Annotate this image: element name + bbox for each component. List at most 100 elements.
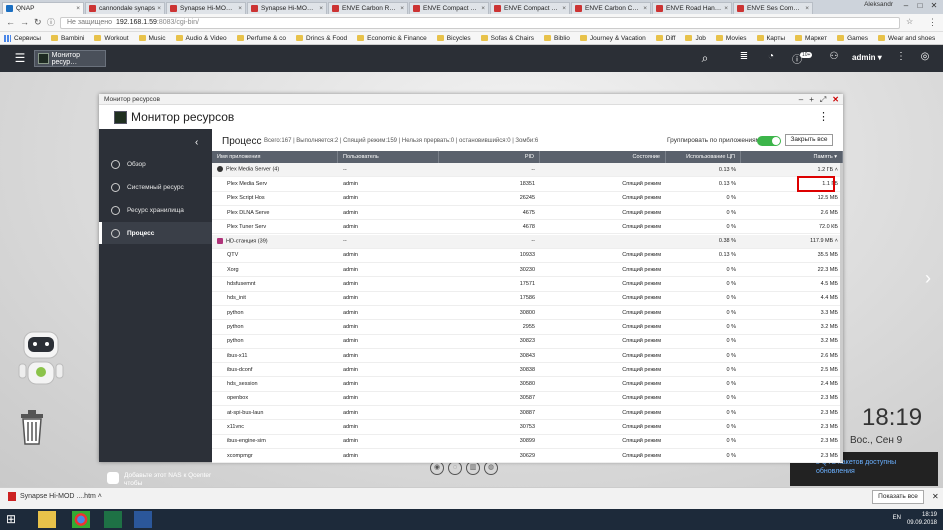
qnap-app-tab[interactable]: Монитор ресур… [34, 50, 106, 67]
column-header[interactable]: Состояние [540, 151, 666, 163]
tab-close-icon[interactable]: × [481, 5, 485, 12]
bookmark-item[interactable]: Bicycles [436, 35, 471, 42]
trash-icon[interactable] [18, 408, 46, 446]
table-row[interactable]: Plex Tuner Serv admin 4678 Спящий режим 0 % 7… [212, 220, 843, 235]
bookmark-star-icon[interactable]: ☆ [906, 17, 913, 26]
tab-close-icon[interactable]: × [562, 5, 566, 12]
browser-tab[interactable]: ENVE Ses Compact × [733, 2, 813, 14]
table-row[interactable]: Plex Script Hos admin 26245 Спящий режим 0 %… [212, 192, 843, 206]
bookmark-item[interactable]: Perfume & co [236, 35, 286, 42]
browser-tab[interactable]: Synapse Hi-MOD D × [247, 2, 327, 14]
column-header[interactable]: PID [439, 151, 540, 163]
browser-tab[interactable]: cannondale synaps × [85, 2, 165, 14]
table-row[interactable]: ibus-x11 admin 30843 Спящий режим 0 % 2.6 МБ [212, 349, 843, 364]
notification-icon[interactable]: ◔ [763, 51, 779, 62]
browser-tab[interactable]: Synapse Hi-MOD D × [166, 2, 246, 14]
bookmark-item[interactable]: Movies [715, 35, 747, 42]
column-header[interactable]: Память ▾ [741, 151, 843, 163]
bookmark-item[interactable]: Сервисы [4, 34, 41, 42]
table-row[interactable]: ibus-dconf admin 30838 Спящий режим 0 % 2.5 М… [212, 363, 843, 378]
window-close-icon[interactable]: ✕ [832, 94, 839, 105]
close-download-bar-icon[interactable]: ✕ [932, 492, 939, 501]
hamburger-menu-icon[interactable]: ☰ [12, 51, 28, 65]
browser-tab[interactable]: ENVE Compact Roa × [490, 2, 570, 14]
close-all-button[interactable]: Закрыть все [785, 134, 833, 146]
window-restore-icon[interactable]: ⤢ [820, 94, 826, 105]
info-icon[interactable]: ⓘ [47, 17, 55, 28]
tasks-icon[interactable]: ≣ [736, 51, 752, 62]
tab-close-icon[interactable]: × [157, 5, 161, 12]
excel-icon[interactable] [104, 511, 122, 528]
collapse-group-icon[interactable]: ˄ [835, 238, 838, 244]
app-menu-icon[interactable]: ⋮ [818, 110, 829, 123]
bookmark-item[interactable]: Diff [655, 35, 675, 42]
bookmark-item[interactable]: Карты [756, 35, 785, 42]
robot-assistant-icon[interactable] [18, 330, 64, 390]
url-input[interactable]: Не защищено 192.168.1.59:8083/cgi-bin/ [60, 17, 900, 29]
table-row[interactable]: hds_init admin 17586 Спящий режим 0 % 4.4 МБ [212, 292, 843, 306]
table-row[interactable]: x11vnc admin 30753 Спящий режим 0 % 2.3 МБ [212, 420, 843, 435]
table-row[interactable]: Xorg admin 30230 Спящий режим 0 % 22.3 МБ [212, 263, 843, 278]
sidebar-item-overview[interactable]: Обзор [99, 153, 212, 175]
bookmark-item[interactable]: Games [837, 35, 868, 42]
browser-tab[interactable]: ENVE Carbon Comp × [571, 2, 651, 14]
table-row[interactable]: ibus-engine-sim admin 30899 Спящий режим 0 %… [212, 435, 843, 449]
reload-icon[interactable]: ↻ [34, 17, 42, 28]
maximize-button[interactable]: □ [913, 0, 927, 12]
bookmark-item[interactable]: Journey & Vacation [579, 35, 646, 42]
table-row[interactable]: openbox admin 30587 Спящий режим 0 % 2.3 МБ [212, 392, 843, 407]
group-row[interactable]: HD-станция (39) -- -- 0.38 % 117.9 МБ ˄ [212, 234, 843, 249]
sidebar-item-system-resource[interactable]: Системный ресурс [99, 176, 212, 198]
table-row[interactable]: hdsfusemnt admin 17571 Спящий режим 0 % 4.5 М… [212, 277, 843, 292]
bookmark-item[interactable]: Economic & Finance [357, 35, 427, 42]
browser-tab[interactable]: ENVE Compact Roa × [409, 2, 489, 14]
bookmark-item[interactable]: Drincs & Food [295, 35, 347, 42]
tab-close-icon[interactable]: × [319, 5, 323, 12]
bookmark-item[interactable]: Wear and shoes [878, 35, 935, 42]
bookmark-item[interactable]: Sofas & Chairs [480, 35, 534, 42]
tab-close-icon[interactable]: × [400, 5, 404, 12]
tab-close-icon[interactable]: × [238, 5, 242, 12]
bookmark-item[interactable]: Workout [94, 35, 129, 42]
bookmark-item[interactable]: Bambini [50, 35, 84, 42]
group-by-app-toggle[interactable] [757, 136, 781, 146]
windows-start-icon[interactable]: ⊞ [6, 511, 24, 528]
bookmark-item[interactable]: Маркет [795, 35, 827, 42]
browser-tab[interactable]: ENVE Carbon Road × [328, 2, 408, 14]
tab-close-icon[interactable]: × [724, 5, 728, 12]
word-icon[interactable] [134, 511, 152, 528]
table-row[interactable]: python admin 2955 Спящий режим 0 % 3.2 МБ [212, 320, 843, 335]
column-header[interactable]: Использование ЦП [666, 151, 741, 163]
explorer-icon[interactable] [38, 511, 56, 528]
close-window-button[interactable]: ✕ [927, 0, 941, 12]
table-row[interactable]: xcompmgr admin 30629 Спящий режим 0 % 2.3 МБ [212, 449, 843, 464]
browser-tab[interactable]: QNAP × [2, 2, 84, 14]
tab-close-icon[interactable]: × [76, 5, 80, 12]
table-row[interactable]: QTV admin 10933 Спящий режим 0.13 % 35.5 МБ [212, 249, 843, 264]
add-to-qcenter[interactable]: Добавьте этот NAS к Qcenter чтобы [107, 472, 212, 488]
table-row[interactable]: at-spi-bus-laun admin 30887 Спящий режим 0 %… [212, 406, 843, 421]
group-row[interactable]: Plex Media Server (4) -- -- 0.13 % 1.2 ГБ ˄ [212, 163, 843, 178]
next-page-arrow-icon[interactable]: › [925, 268, 931, 289]
dashboard-icon[interactable]: ◎ [917, 51, 933, 62]
bookmark-item[interactable]: Music [138, 35, 166, 42]
back-icon[interactable]: ← [6, 17, 15, 27]
show-all-button[interactable]: Показать все [872, 490, 924, 504]
collapse-sidebar-icon[interactable]: ‹ [195, 137, 198, 148]
column-header[interactable]: Пользователь [338, 151, 439, 163]
tray-language[interactable]: EN [893, 515, 901, 521]
table-row[interactable]: Plex Media Serv admin 18351 Спящий режим 0.1… [212, 177, 843, 192]
bookmark-item[interactable]: Audio & Video [175, 35, 227, 42]
table-row[interactable]: hds_session admin 30580 Спящий режим 0 % 2.4 … [212, 378, 843, 392]
window-minimize-icon[interactable]: – [799, 94, 803, 105]
search-icon[interactable]: ⌕ [697, 51, 713, 66]
minimize-button[interactable]: – [899, 0, 913, 12]
browser-tab[interactable]: ENVE Road Handle × [652, 2, 732, 14]
download-item[interactable]: Synapse Hi-MOD ....htm ˄ [8, 492, 102, 501]
taskbar-clock[interactable]: 18:19 09.09.2018 [907, 511, 937, 527]
scrollbar[interactable] [840, 163, 843, 462]
user-icon[interactable]: ⚇ [826, 51, 842, 62]
forward-icon[interactable]: → [20, 17, 29, 27]
bookmark-item[interactable]: Biblio [544, 35, 570, 42]
collapse-group-icon[interactable]: ˄ [835, 167, 838, 173]
